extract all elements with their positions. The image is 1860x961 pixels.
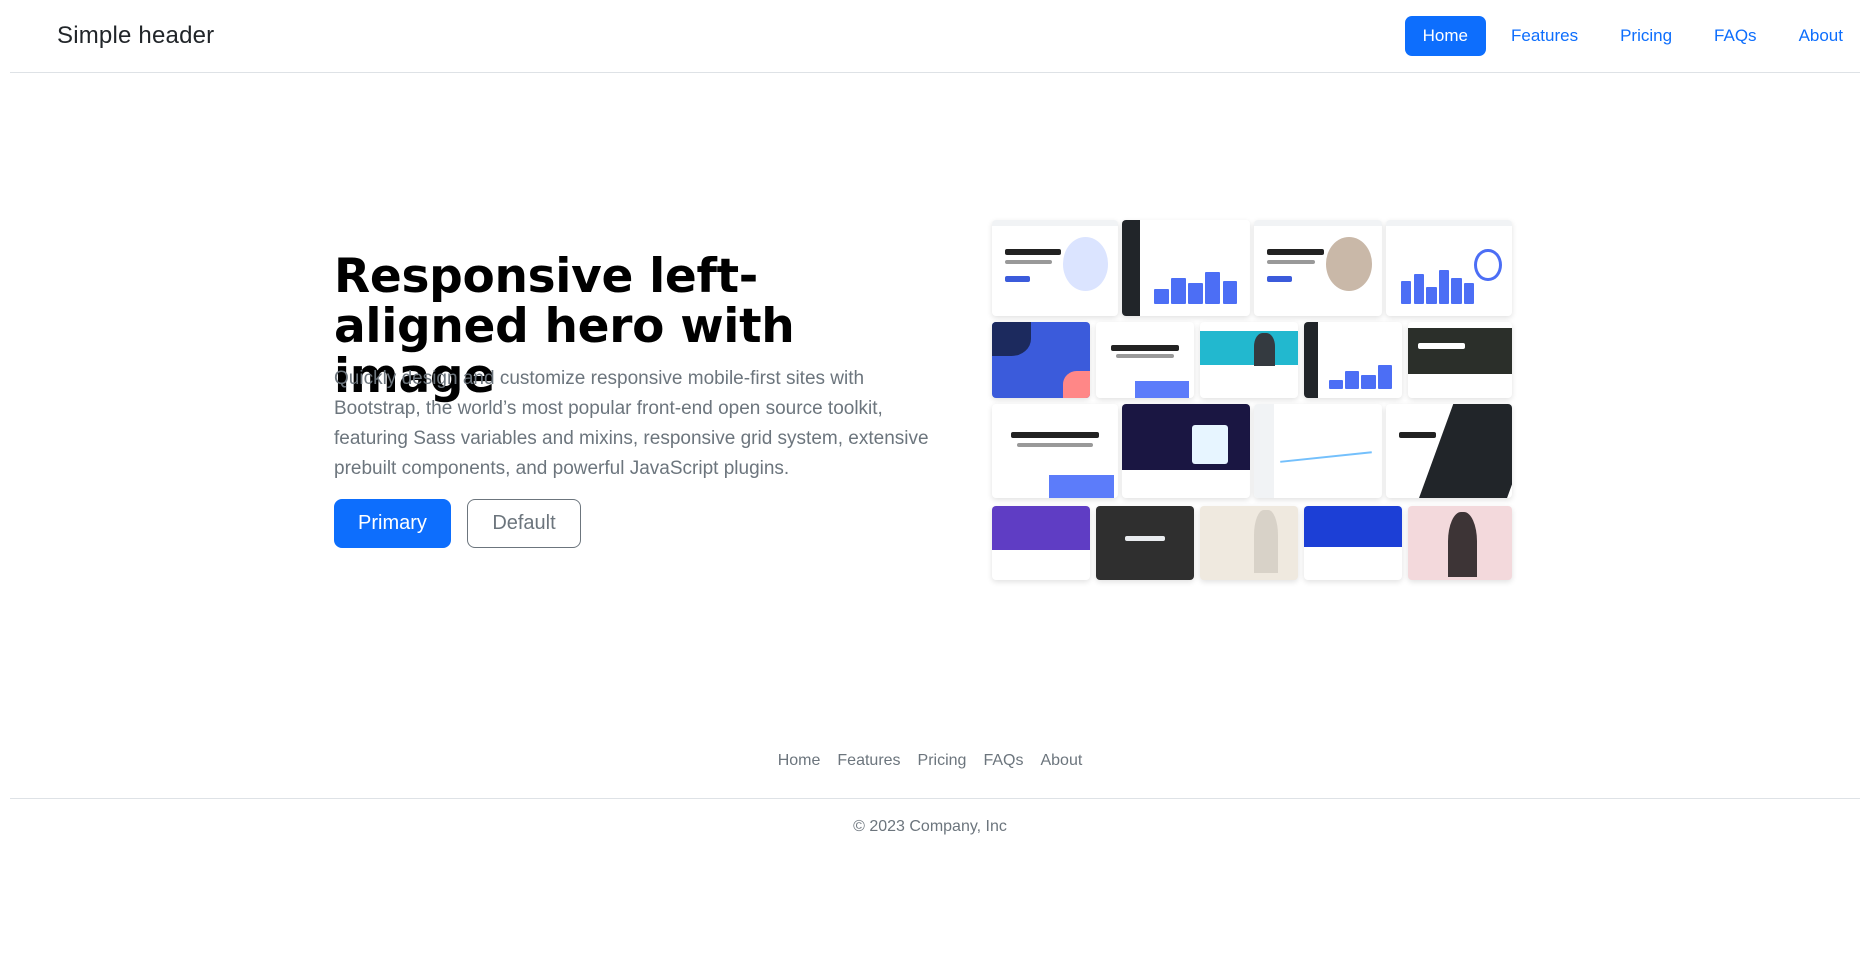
nav-about[interactable]: About xyxy=(1782,16,1860,56)
copyright-text: © 2023 Company, Inc xyxy=(853,818,1007,835)
collage-tile-denim xyxy=(1408,506,1512,580)
hero-lead: Quickly design and customize responsive … xyxy=(334,368,929,479)
primary-button[interactable]: Primary xyxy=(334,499,451,548)
footer-link-about[interactable]: About xyxy=(1040,752,1082,770)
collage-tile-app-dark xyxy=(1122,404,1250,498)
collage-tile-analytics xyxy=(1386,220,1512,316)
collage-tile-saas xyxy=(1096,322,1194,398)
collage-tile-landing xyxy=(992,220,1118,316)
collage-tile-launch xyxy=(992,322,1090,398)
footer-divider xyxy=(10,798,1860,799)
collage-tile-blouses xyxy=(1200,506,1298,580)
footer-link-home[interactable]: Home xyxy=(778,752,821,770)
collage-tile-expert xyxy=(1386,404,1512,498)
nav-pricing[interactable]: Pricing xyxy=(1603,16,1689,56)
site-header: Simple header Home Features Pricing FAQs… xyxy=(10,0,1860,73)
collage-tile-startup xyxy=(1254,220,1382,316)
collage-tile-purple xyxy=(992,506,1090,580)
hero-buttons: Primary Default xyxy=(334,499,581,548)
nav-features[interactable]: Features xyxy=(1494,16,1595,56)
footer-link-faqs[interactable]: FAQs xyxy=(983,752,1023,770)
default-button[interactable]: Default xyxy=(467,499,581,548)
hero-image xyxy=(988,218,1512,582)
collage-tile-docs xyxy=(1304,506,1402,580)
nav-faqs[interactable]: FAQs xyxy=(1697,16,1774,56)
collage-tile-admin xyxy=(1304,322,1402,398)
collage-tile-charts xyxy=(1254,404,1382,498)
footer-link-pricing[interactable]: Pricing xyxy=(918,752,967,770)
collage-tile-fashion xyxy=(1200,322,1298,398)
footer-link-features[interactable]: Features xyxy=(837,752,900,770)
collage-tile-saas-large xyxy=(992,404,1118,498)
brand-name[interactable]: Simple header xyxy=(57,22,214,50)
collage-tile-dashboard-dark xyxy=(1122,220,1250,316)
nav-home[interactable]: Home xyxy=(1404,16,1486,56)
collage-tile-travel xyxy=(1408,322,1512,398)
header-nav: Home Features Pricing FAQs About xyxy=(1404,16,1860,56)
collage-tile-restaurant xyxy=(1096,506,1194,580)
footer-nav: Home Features Pricing FAQs About xyxy=(0,752,1860,770)
